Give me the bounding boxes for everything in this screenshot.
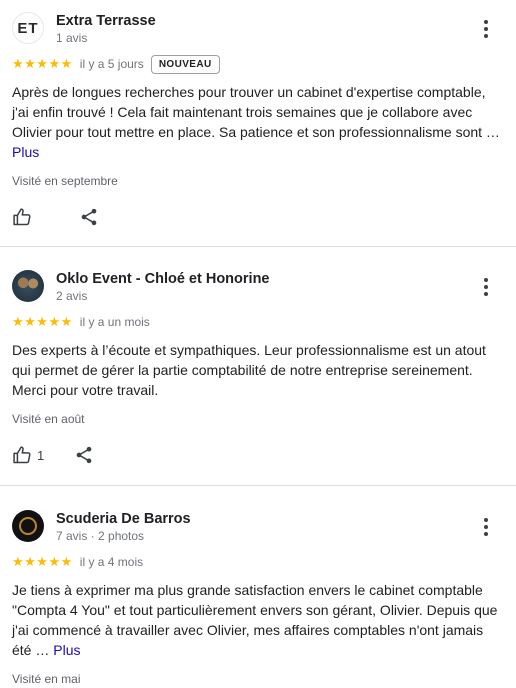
author-name[interactable]: Extra Terrasse [56, 12, 156, 30]
review-actions: 1 [12, 443, 504, 467]
review-text: Je tiens à exprimer ma plus grande satis… [12, 582, 498, 658]
rating-row: ★★★★★ il y a 5 jours NOUVEAU [12, 54, 504, 74]
author-block: Oklo Event - Chloé et Honorine 2 avis [56, 270, 270, 304]
review-text-block: Après de longues recherches pour trouver… [12, 82, 504, 162]
review-text-block: Je tiens à exprimer ma plus grande satis… [12, 580, 504, 660]
author-block: Extra Terrasse 1 avis [56, 12, 156, 46]
review-date: il y a un mois [79, 315, 150, 329]
author-block: Scuderia De Barros 7 avis · 2 photos [56, 510, 191, 544]
author-name[interactable]: Oklo Event - Chloé et Honorine [56, 270, 270, 288]
review-text: Des experts à l’écoute et sympathiques. … [12, 342, 486, 398]
review-header: Scuderia De Barros 7 avis · 2 photos [12, 510, 504, 544]
review-card: Oklo Event - Chloé et Honorine 2 avis ★★… [0, 246, 516, 485]
review-actions [12, 205, 504, 229]
avatar[interactable] [12, 270, 44, 302]
more-vert-icon[interactable] [476, 16, 496, 42]
review-text: Après de longues recherches pour trouver… [12, 84, 500, 140]
review-text-block: Des experts à l’écoute et sympathiques. … [12, 340, 504, 400]
share-button[interactable] [79, 207, 99, 227]
logo-icon [19, 517, 37, 535]
review-date: il y a 5 jours [79, 57, 144, 71]
like-button[interactable] [12, 207, 37, 227]
avatar[interactable] [12, 510, 44, 542]
avatar-initials: ET [17, 19, 39, 37]
author-meta: 2 avis [56, 289, 88, 303]
new-badge: NOUVEAU [150, 54, 220, 74]
author-meta: 7 avis · 2 photos [56, 529, 145, 543]
rating-row: ★★★★★ il y a un mois [12, 312, 504, 332]
more-vert-icon[interactable] [476, 274, 496, 300]
share-icon [76, 446, 92, 464]
more-link[interactable]: Plus [12, 144, 39, 160]
rating-row: ★★★★★ il y a 4 mois [12, 552, 504, 572]
star-rating: ★★★★★ [12, 554, 73, 569]
visit-date: Visité en septembre [12, 174, 118, 188]
review-card: Scuderia De Barros 7 avis · 2 photos ★★★… [0, 485, 516, 687]
star-rating: ★★★★★ [12, 314, 73, 329]
review-card: ET Extra Terrasse 1 avis ★★★★★ il y a 5 … [0, 0, 516, 246]
share-button[interactable] [74, 445, 94, 465]
thumbs-up-icon [13, 446, 31, 464]
visit-date: Visité en mai [12, 672, 81, 686]
review-date: il y a 4 mois [79, 555, 144, 569]
like-count: 1 [37, 447, 45, 463]
review-header: Oklo Event - Chloé et Honorine 2 avis [12, 270, 504, 304]
more-vert-icon[interactable] [476, 514, 496, 540]
author-meta: 1 avis [56, 31, 88, 45]
author-name[interactable]: Scuderia De Barros [56, 510, 191, 528]
review-header: ET Extra Terrasse 1 avis [12, 12, 504, 46]
visit-date: Visité en août [12, 412, 85, 426]
thumbs-up-icon [13, 208, 31, 226]
share-icon [81, 208, 97, 226]
more-link[interactable]: Plus [53, 642, 80, 658]
like-button[interactable]: 1 [12, 445, 44, 465]
star-rating: ★★★★★ [12, 56, 73, 71]
avatar[interactable]: ET [12, 12, 44, 44]
